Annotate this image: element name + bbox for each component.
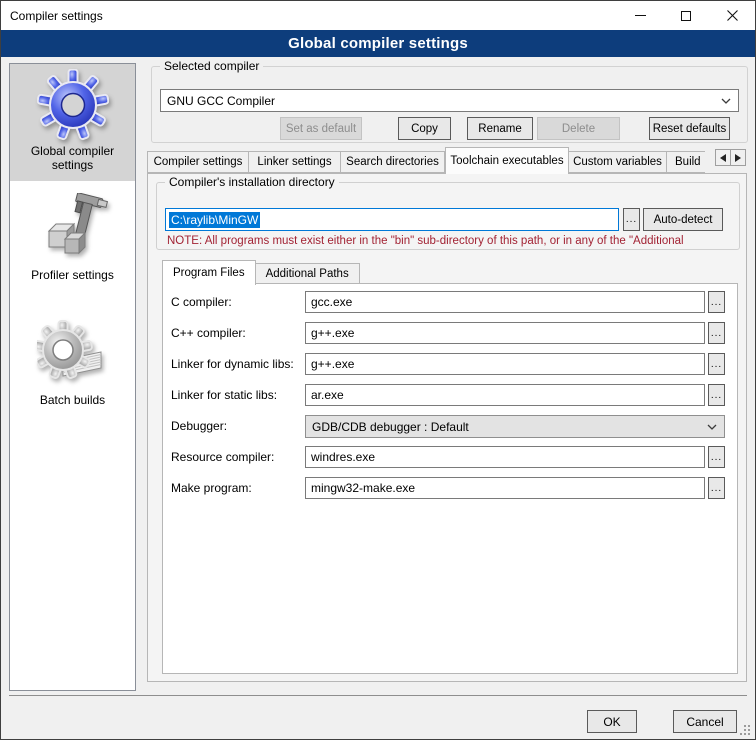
window-title: Compiler settings — [1, 9, 103, 23]
field-row-debugger: Debugger: GDB/CDB debugger : Default — [171, 415, 725, 437]
program-files-page: C compiler: ... C++ compiler: ... Linker… — [162, 283, 738, 674]
selected-compiler-dropdown[interactable]: GNU GCC Compiler — [160, 89, 739, 112]
browse-make-program-button[interactable]: ... — [708, 477, 725, 499]
browse-linker-static-button[interactable]: ... — [708, 384, 725, 406]
titlebar[interactable]: Compiler settings — [1, 1, 755, 30]
field-row-c-compiler: C compiler: ... — [171, 291, 725, 313]
chevron-down-icon — [717, 98, 738, 104]
browse-resource-compiler-button[interactable]: ... — [708, 446, 725, 468]
field-label: Linker for dynamic libs: — [171, 357, 305, 371]
resize-grip[interactable] — [741, 725, 751, 735]
tab-scroll-right-button[interactable] — [730, 149, 746, 166]
ok-button[interactable]: OK — [587, 710, 637, 733]
debugger-value: GDB/CDB debugger : Default — [306, 420, 703, 434]
auto-detect-button[interactable]: Auto-detect — [643, 208, 723, 231]
field-row-linker-dynamic: Linker for dynamic libs: ... — [171, 353, 725, 375]
cpp-compiler-input[interactable] — [305, 322, 705, 344]
browse-cpp-compiler-button[interactable]: ... — [708, 322, 725, 344]
caliper-icon — [10, 193, 135, 265]
page-title: Global compiler settings — [288, 35, 468, 52]
sidebar-item-label: Batch builds — [10, 390, 135, 407]
chevron-down-icon — [703, 424, 724, 430]
arrow-right-icon — [735, 154, 741, 162]
field-label: Resource compiler: — [171, 450, 305, 464]
browse-directory-button[interactable]: ... — [623, 208, 640, 231]
field-label: C compiler: — [171, 295, 305, 309]
footer-divider — [9, 695, 747, 696]
cancel-button[interactable]: Cancel — [673, 710, 737, 733]
tab-custom-variables[interactable]: Custom variables — [569, 151, 667, 173]
close-button[interactable] — [709, 1, 755, 30]
dialog-header: Global compiler settings — [1, 30, 755, 57]
installation-directory-group: Compiler's installation directory C:\ray… — [156, 182, 740, 250]
arrow-left-icon — [720, 154, 726, 162]
field-label: Make program: — [171, 481, 305, 495]
linker-dynamic-input[interactable] — [305, 353, 705, 375]
minimize-icon — [635, 10, 646, 21]
caption-buttons — [617, 1, 755, 30]
debugger-dropdown[interactable]: GDB/CDB debugger : Default — [305, 415, 725, 438]
group-legend: Selected compiler — [160, 59, 263, 73]
sidebar: Global compiler settings — [9, 63, 136, 691]
settings-tabstrip: Compiler settings Linker settings Search… — [147, 147, 749, 173]
tab-search-directories[interactable]: Search directories — [341, 151, 445, 173]
note-text: NOTE: All programs must exist either in … — [167, 235, 733, 247]
field-row-make-program: Make program: ... — [171, 477, 725, 499]
installation-directory-value: C:\raylib\MinGW — [169, 212, 260, 228]
maximize-icon — [681, 11, 691, 21]
tab-compiler-settings[interactable]: Compiler settings — [147, 151, 249, 173]
field-row-cpp-compiler: C++ compiler: ... — [171, 322, 725, 344]
compiler-settings-dialog: Compiler settings Global compiler settin… — [0, 0, 756, 740]
installation-directory-input[interactable]: C:\raylib\MinGW — [165, 208, 619, 231]
c-compiler-input[interactable] — [305, 291, 705, 313]
resource-compiler-input[interactable] — [305, 446, 705, 468]
group-legend: Compiler's installation directory — [165, 175, 339, 189]
field-row-linker-static: Linker for static libs: ... — [171, 384, 725, 406]
blue-gear-icon — [10, 69, 135, 141]
gray-gear-stack-icon — [10, 318, 135, 390]
subtab-additional-paths[interactable]: Additional Paths — [256, 263, 360, 284]
maximize-button[interactable] — [663, 1, 709, 30]
browse-linker-dynamic-button[interactable]: ... — [708, 353, 725, 375]
paths-subtabstrip: Program Files Additional Paths — [162, 259, 360, 284]
tab-scroll-buttons — [716, 149, 746, 166]
tab-build-options[interactable]: Build — [667, 151, 705, 173]
selected-compiler-group: Selected compiler GNU GCC Compiler Set a… — [151, 66, 748, 143]
rename-button[interactable]: Rename — [467, 117, 533, 140]
sidebar-item-label: Profiler settings — [10, 265, 135, 282]
copy-button[interactable]: Copy — [398, 117, 451, 140]
reset-defaults-button[interactable]: Reset defaults — [649, 117, 730, 140]
sidebar-item-batch-builds[interactable]: Batch builds — [10, 306, 135, 407]
toolchain-executables-page: Compiler's installation directory C:\ray… — [147, 173, 747, 682]
field-label: Debugger: — [171, 419, 305, 433]
field-row-resource-compiler: Resource compiler: ... — [171, 446, 725, 468]
tab-scroll-left-button[interactable] — [715, 149, 731, 166]
make-program-input[interactable] — [305, 477, 705, 499]
delete-button: Delete — [537, 117, 620, 140]
tab-linker-settings[interactable]: Linker settings — [249, 151, 341, 173]
browse-c-compiler-button[interactable]: ... — [708, 291, 725, 313]
field-label: C++ compiler: — [171, 326, 305, 340]
minimize-button[interactable] — [617, 1, 663, 30]
selected-compiler-value: GNU GCC Compiler — [161, 94, 717, 108]
subtab-program-files[interactable]: Program Files — [162, 260, 256, 285]
sidebar-item-label: Global compiler settings — [10, 141, 135, 172]
tab-toolchain-executables[interactable]: Toolchain executables — [445, 147, 569, 174]
sidebar-item-global-compiler-settings[interactable]: Global compiler settings — [10, 64, 135, 181]
close-icon — [727, 10, 738, 21]
main-panel: Selected compiler GNU GCC Compiler Set a… — [144, 63, 749, 691]
field-label: Linker for static libs: — [171, 388, 305, 402]
sidebar-item-profiler-settings[interactable]: Profiler settings — [10, 181, 135, 282]
linker-static-input[interactable] — [305, 384, 705, 406]
set-as-default-button: Set as default — [280, 117, 362, 140]
